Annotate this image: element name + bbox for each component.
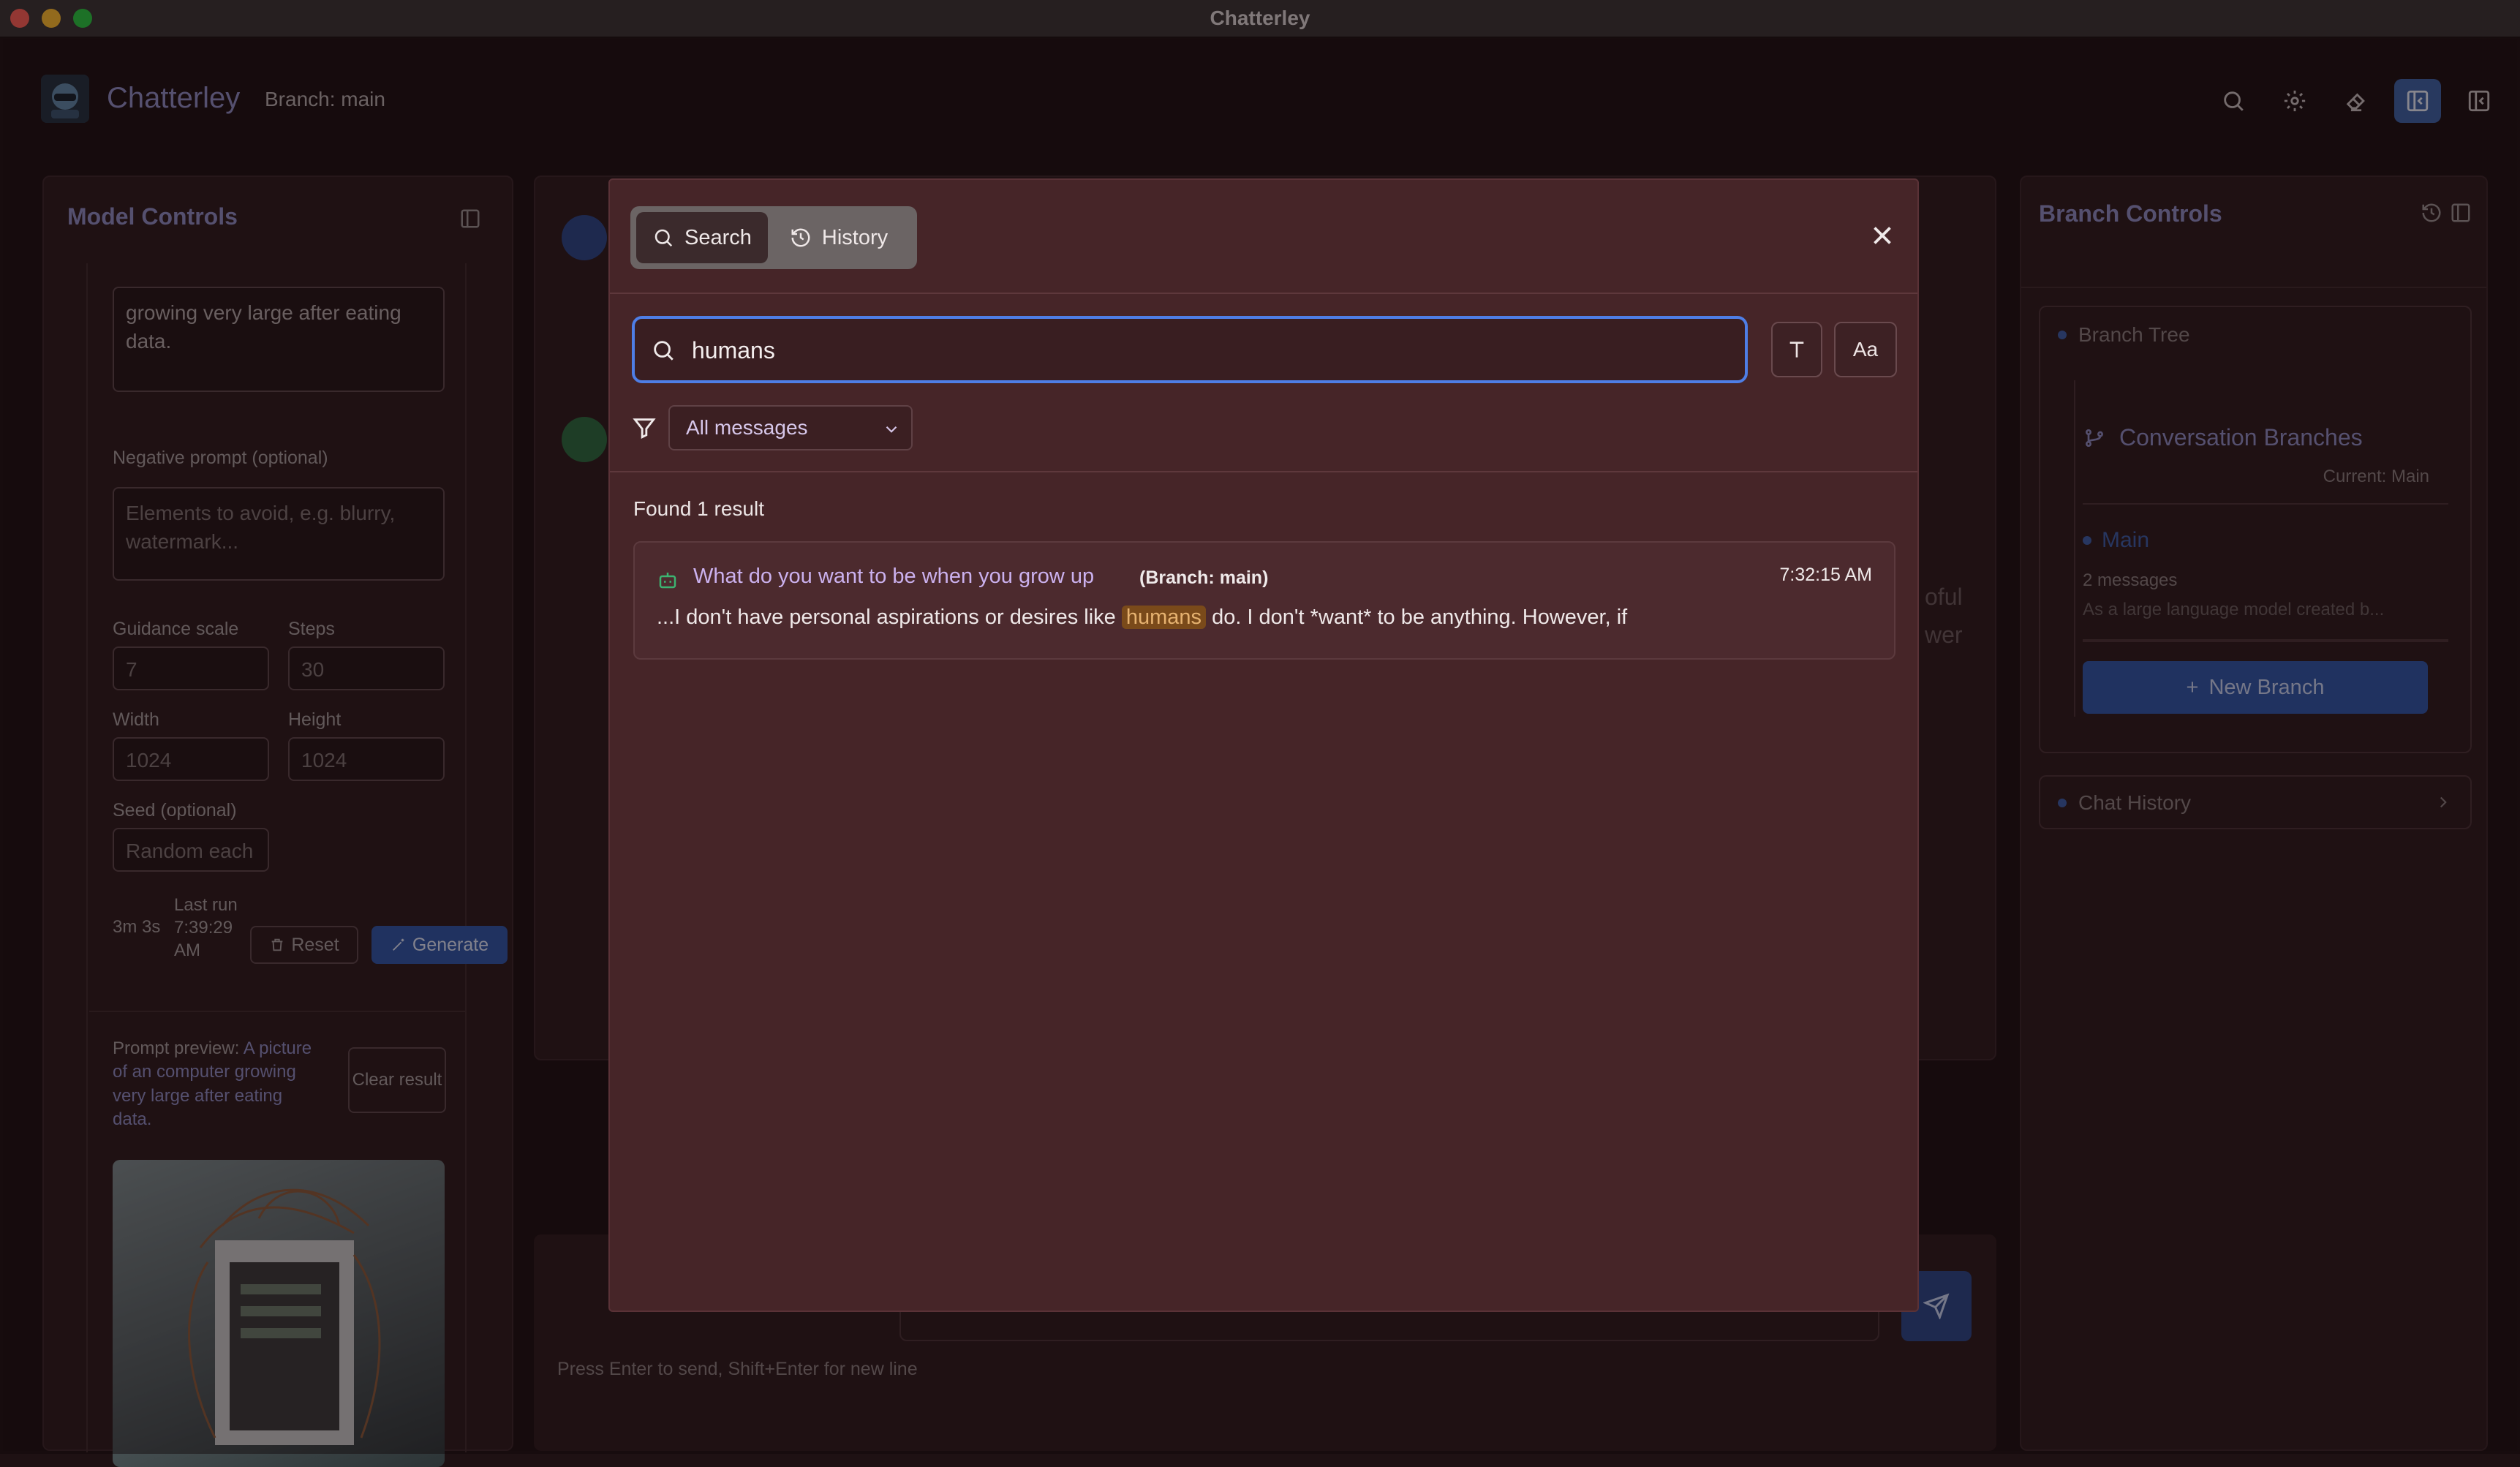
filter-value: All messages <box>686 416 808 439</box>
message-filter-select[interactable]: All messages <box>668 405 913 450</box>
tab-history-label: History <box>821 225 889 249</box>
modal-header-divider <box>610 293 1917 294</box>
result-branch: (Branch: main) <box>1139 567 1269 588</box>
history-icon <box>791 228 810 247</box>
result-snippet: ...I don't have personal aspirations or … <box>657 606 1627 630</box>
result-title[interactable]: What do you want to be when you grow up <box>693 565 1094 589</box>
close-modal-button[interactable] <box>1869 222 1895 249</box>
chevron-down-icon <box>886 426 897 433</box>
tab-history[interactable]: History <box>774 212 904 263</box>
snippet-after: do. I don't *want* to be anything. Howev… <box>1212 606 1628 629</box>
search-field[interactable] <box>632 316 1748 383</box>
tab-search[interactable]: Search <box>636 212 768 263</box>
match-case-toggle[interactable]: Aa <box>1834 322 1897 377</box>
close-icon <box>1874 227 1891 244</box>
tab-search-label: Search <box>684 225 752 249</box>
filter-icon <box>632 415 657 440</box>
text-icon <box>1789 342 1804 358</box>
whole-word-toggle[interactable] <box>1771 322 1822 377</box>
result-time: 7:32:15 AM <box>1779 565 1872 585</box>
filter-divider <box>610 471 1917 472</box>
search-modal: Search History Aa All messages Found 1 r… <box>608 178 1919 1312</box>
snippet-before: ...I don't have personal aspirations or … <box>657 606 1116 629</box>
results-count: Found 1 result <box>633 497 764 520</box>
snippet-match-highlight: humans <box>1121 606 1206 629</box>
search-input[interactable] <box>690 329 1714 372</box>
bot-icon <box>657 569 679 591</box>
search-icon <box>654 229 673 247</box>
search-icon <box>651 338 676 363</box>
modal-tabs: Search History <box>630 206 917 269</box>
search-result-item[interactable]: What do you want to be when you grow up … <box>633 541 1895 660</box>
